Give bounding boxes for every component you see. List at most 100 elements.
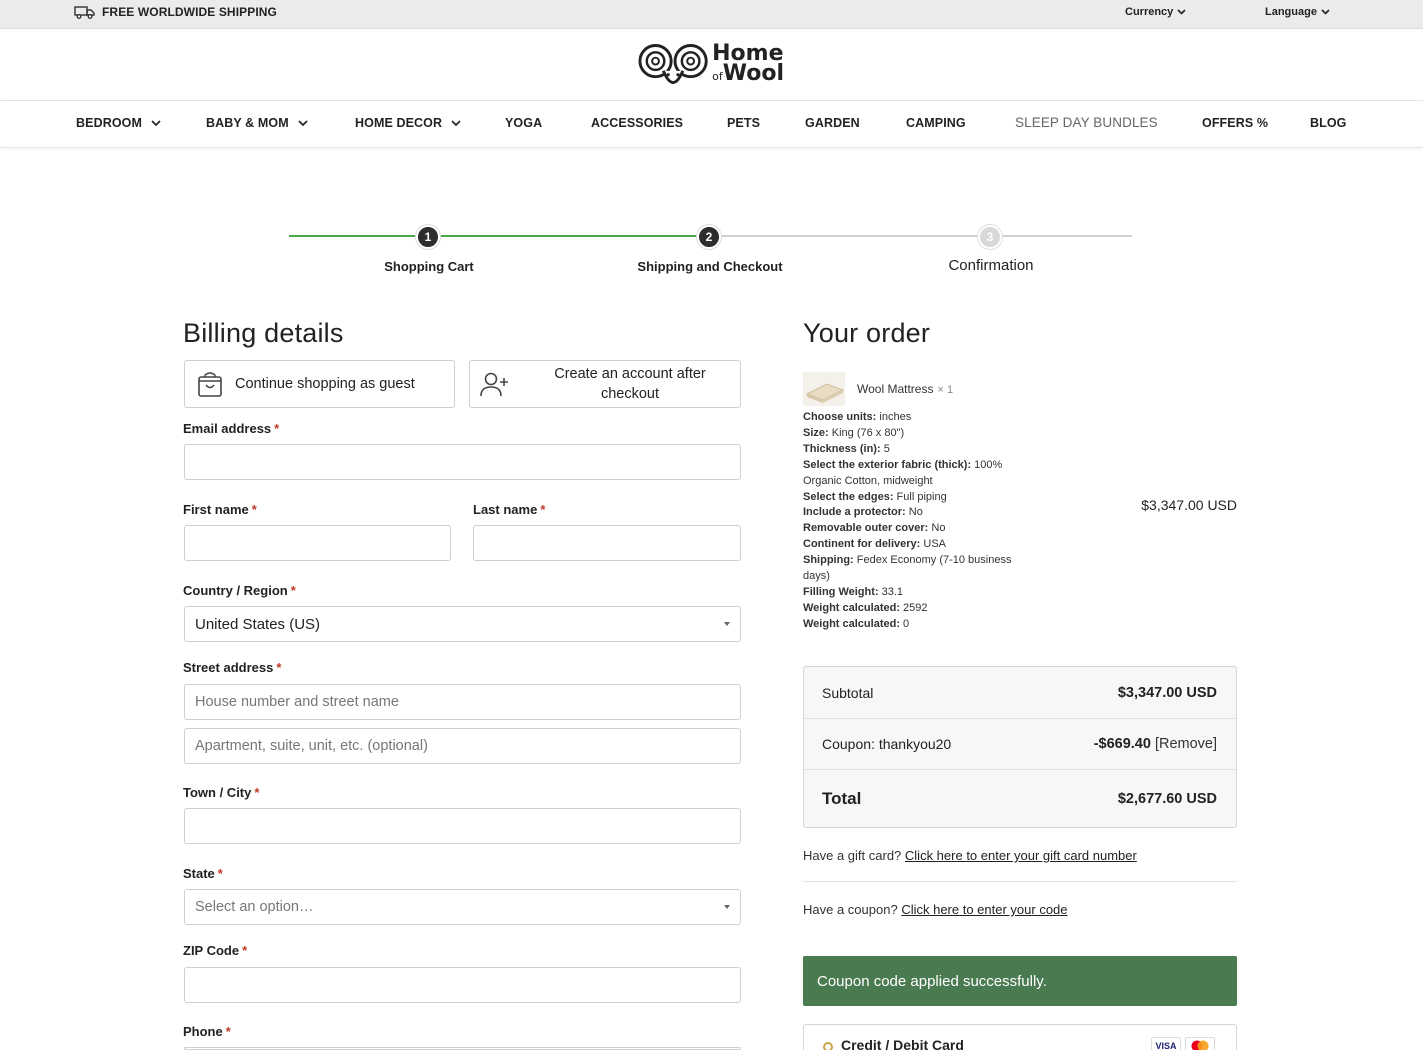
create-account-label: Create an account after checkout xyxy=(554,366,706,402)
top-bar: FREE WORLDWIDE SHIPPING Currency Languag… xyxy=(0,0,1423,29)
country-label: Country / Region * xyxy=(183,583,296,598)
progress-line-complete xyxy=(289,235,709,237)
nav-item-camping[interactable]: CAMPING xyxy=(906,116,966,130)
nav-item-garden[interactable]: GARDEN xyxy=(805,116,860,130)
gift-card-question: Have a gift card? xyxy=(803,848,902,863)
option-value: USA xyxy=(923,538,947,551)
email-label: Email address * xyxy=(183,421,279,436)
nav-label: PETS xyxy=(727,116,761,130)
progress-line-pending xyxy=(709,235,1132,237)
subtotal-value: $3,347.00 USD xyxy=(1117,684,1217,701)
option-key: Choose units: xyxy=(803,411,877,423)
label-text: Email address xyxy=(183,421,272,436)
option-value: Full piping xyxy=(896,490,947,503)
nav-item-bedroom[interactable]: BEDROOM xyxy=(76,116,161,130)
nav-item-accessories[interactable]: ACCESSORIES xyxy=(591,116,683,130)
currency-label: Currency xyxy=(1125,6,1174,18)
coupon-row: Coupon: thankyou20 -$669.40 [Remove] xyxy=(804,719,1236,769)
step-number: 3 xyxy=(986,230,994,244)
option-value: No xyxy=(931,522,946,535)
caret-down-icon xyxy=(724,622,730,626)
email-input[interactable] xyxy=(184,444,741,480)
zip-label: ZIP Code * xyxy=(183,943,247,958)
option-key: Filling Weight: xyxy=(803,585,879,598)
step-3-dot: 3 xyxy=(978,225,1002,249)
language-selector[interactable]: Language xyxy=(1265,6,1330,18)
remove-coupon-link[interactable]: [Remove] xyxy=(1155,736,1217,752)
nav-item-sleep-day-bundles[interactable]: SLEEP DAY BUNDLES xyxy=(1015,115,1158,130)
state-select[interactable]: Select an option… xyxy=(184,889,741,925)
option-row: Shipping: Fedex Economy (7-10 business d… xyxy=(803,553,1033,585)
option-row: Continent for delivery: USA xyxy=(803,537,1033,553)
coupon-link[interactable]: Click here to enter your code xyxy=(901,902,1067,917)
option-value: 2592 xyxy=(903,601,928,614)
add-user-icon xyxy=(480,372,508,397)
option-row: Size: King (76 x 80") xyxy=(803,426,1033,442)
logo-of: of xyxy=(712,69,723,83)
city-input[interactable] xyxy=(184,808,741,844)
nav-item-blog[interactable]: BLOG xyxy=(1310,116,1347,130)
step-1-dot: 1 xyxy=(416,225,440,249)
order-title: Your order xyxy=(803,318,931,348)
label-text: ZIP Code xyxy=(183,943,240,958)
label-text: Street address xyxy=(183,660,274,675)
step-2-label: Shipping and Checkout xyxy=(637,259,783,274)
required-asterisk: * xyxy=(274,421,280,436)
option-row: Thickness (in): 5 xyxy=(803,442,1033,458)
nav-item-baby-mom[interactable]: BABY & MOM xyxy=(206,116,308,130)
gift-card-link[interactable]: Click here to enter your gift card numbe… xyxy=(905,848,1137,863)
country-select[interactable]: United States (US) xyxy=(184,606,741,642)
nav-label: CAMPING xyxy=(906,116,966,130)
nav-item-pets[interactable]: PETS xyxy=(727,116,760,130)
step-1-label[interactable]: Shopping Cart xyxy=(329,259,529,274)
step-2-dot: 2 xyxy=(697,225,721,249)
first-name-label: First name * xyxy=(183,502,257,517)
apartment-input[interactable] xyxy=(184,728,741,764)
truck-icon xyxy=(74,6,95,19)
checkout-progress: 1 2 3 Shopping Cart Shipping and Checkou… xyxy=(0,215,1423,285)
currency-selector[interactable]: Currency xyxy=(1125,6,1186,18)
create-account-button[interactable]: Create an account after checkout xyxy=(469,360,741,408)
payment-method-label: Credit / Debit Card xyxy=(841,1037,964,1050)
label-text: Town / City xyxy=(183,785,252,800)
option-key: Weight calculated: xyxy=(803,601,900,614)
option-key: Select the edges: xyxy=(803,490,894,503)
label-text: State xyxy=(183,866,215,881)
payment-method-card[interactable]: Credit / Debit Card VISA xyxy=(803,1024,1237,1050)
option-key: Weight calculated: xyxy=(803,617,900,630)
option-row: Weight calculated: 2592 xyxy=(803,601,1033,617)
nav-item-yoga[interactable]: YOGA xyxy=(505,116,542,130)
coupon-discount: -$669.40 xyxy=(1093,736,1151,752)
required-asterisk: * xyxy=(217,866,223,881)
street-input[interactable] xyxy=(184,684,741,720)
coupon-success-alert: Coupon code applied successfully. xyxy=(803,956,1237,1006)
required-asterisk: * xyxy=(242,943,248,958)
required-asterisk: * xyxy=(540,502,546,517)
site-header: Home ofWool xyxy=(0,29,1423,101)
payment-radio[interactable] xyxy=(823,1042,833,1050)
mastercard-icon xyxy=(1185,1037,1215,1050)
home-of-wool-logo[interactable]: Home ofWool xyxy=(638,37,784,93)
last-name-input[interactable] xyxy=(473,525,741,561)
guest-checkout-button[interactable]: Continue shopping as guest xyxy=(184,360,455,408)
option-key: Size: xyxy=(803,426,829,439)
first-name-input[interactable] xyxy=(184,525,451,561)
subtotal-label: Subtotal xyxy=(822,684,874,701)
billing-title: Billing details xyxy=(183,318,344,348)
state-label: State * xyxy=(183,866,223,881)
guest-checkout-label: Continue shopping as guest xyxy=(235,376,415,392)
shopping-bag-icon xyxy=(198,372,222,397)
product-quantity: × 1 xyxy=(937,384,954,396)
free-shipping-banner: FREE WORLDWIDE SHIPPING xyxy=(74,5,277,19)
nav-label: YOGA xyxy=(505,116,543,130)
street-label: Street address * xyxy=(183,660,281,675)
mattress-image xyxy=(805,383,845,403)
coupon-note: Have a coupon? Click here to enter your … xyxy=(803,902,1068,917)
caret-down-icon xyxy=(724,905,730,909)
nav-item-offers[interactable]: OFFERS % xyxy=(1202,116,1268,130)
mastercard-circles xyxy=(1191,1040,1209,1050)
nav-label: BABY & MOM xyxy=(206,116,289,130)
nav-item-home-decor[interactable]: HOME DECOR xyxy=(355,116,461,130)
option-value: King (76 x 80") xyxy=(831,426,905,439)
zip-input[interactable] xyxy=(184,967,741,1003)
